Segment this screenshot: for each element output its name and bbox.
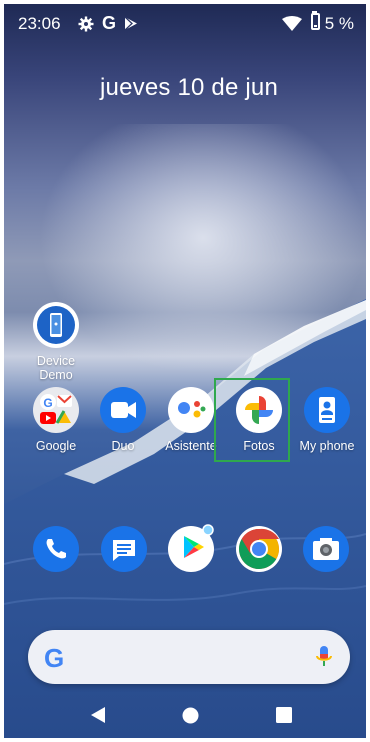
app-label: Duo bbox=[111, 439, 135, 453]
app-label: Device Demo bbox=[36, 354, 76, 382]
home-circle-icon[interactable] bbox=[182, 707, 199, 724]
app-my-phone[interactable]: My phone bbox=[292, 387, 362, 453]
app-label: Google bbox=[35, 439, 77, 453]
recents-square-icon[interactable] bbox=[276, 707, 292, 723]
selection-highlight bbox=[214, 378, 290, 462]
battery-percent: 5 % bbox=[324, 14, 354, 33]
svg-text:G: G bbox=[43, 396, 52, 410]
navigation-bar bbox=[4, 694, 366, 738]
app-device-demo[interactable]: Device Demo bbox=[21, 302, 91, 382]
play-store-icon bbox=[124, 16, 137, 31]
status-bar: 23:06 G 5 % bbox=[4, 4, 366, 40]
chrome-icon[interactable] bbox=[236, 526, 282, 572]
play-triangle-icon[interactable] bbox=[168, 524, 214, 572]
chat-bubble-icon[interactable] bbox=[101, 526, 147, 572]
back-triangle-icon[interactable] bbox=[90, 706, 106, 724]
google-folder-icon: G bbox=[33, 387, 79, 433]
app-duo[interactable]: Duo bbox=[88, 387, 158, 453]
settings-gear-icon bbox=[78, 16, 94, 32]
status-time: 23:06 bbox=[18, 14, 61, 33]
video-camera-icon bbox=[100, 387, 146, 433]
date-widget[interactable]: jueves 10 de jun bbox=[4, 74, 366, 102]
microphone-icon[interactable] bbox=[316, 645, 332, 669]
contact-card-icon bbox=[304, 387, 350, 433]
google-g-icon: G bbox=[102, 13, 117, 33]
google-search-bar[interactable]: G bbox=[28, 630, 350, 684]
battery-icon bbox=[311, 13, 320, 30]
phone-demo-icon bbox=[33, 302, 79, 348]
app-google-folder[interactable]: G Google bbox=[21, 387, 91, 453]
camera-icon[interactable] bbox=[303, 526, 349, 572]
wifi-icon bbox=[282, 16, 302, 31]
phone-handset-icon[interactable] bbox=[33, 526, 79, 572]
device-frame: 23:06 G 5 % jueves 10 de jun Device Demo… bbox=[0, 0, 370, 742]
assistant-dots-icon bbox=[168, 387, 214, 433]
home-screen: 23:06 G 5 % jueves 10 de jun Device Demo… bbox=[4, 4, 366, 738]
google-g-icon: G bbox=[44, 643, 65, 673]
app-label: My phone bbox=[299, 439, 355, 453]
